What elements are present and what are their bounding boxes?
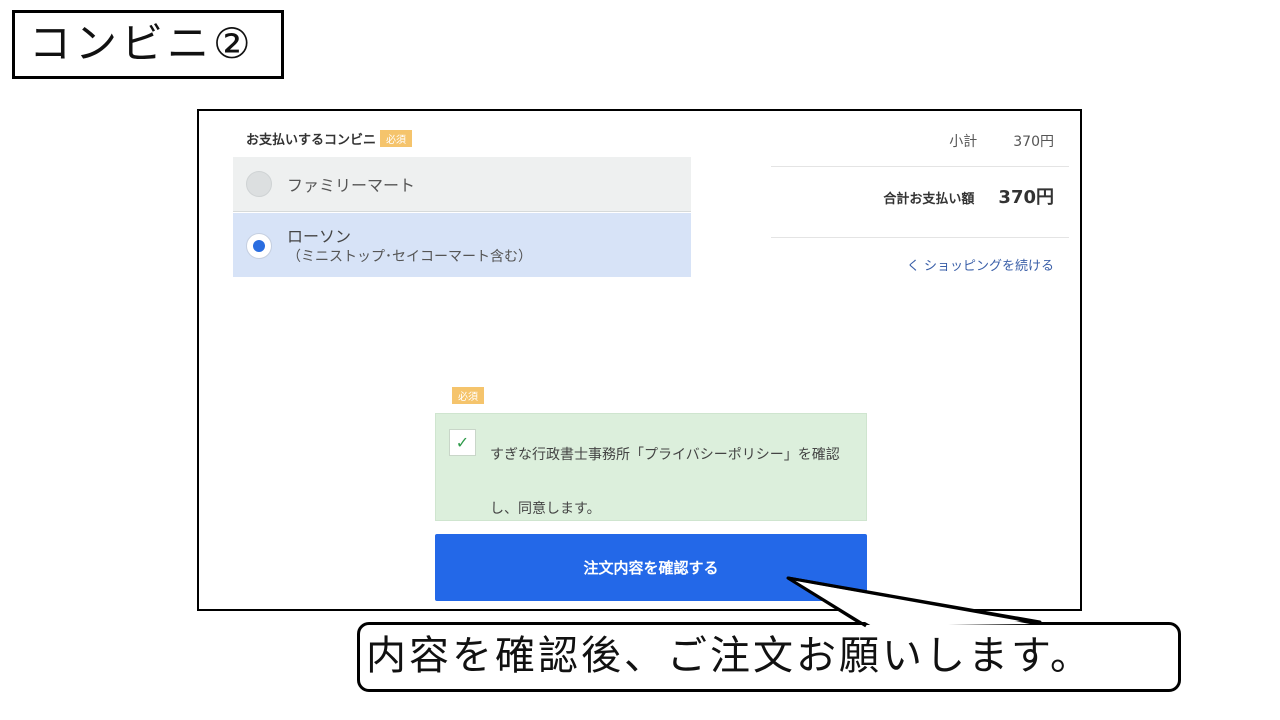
callout-pointer-joint bbox=[787, 576, 1041, 628]
